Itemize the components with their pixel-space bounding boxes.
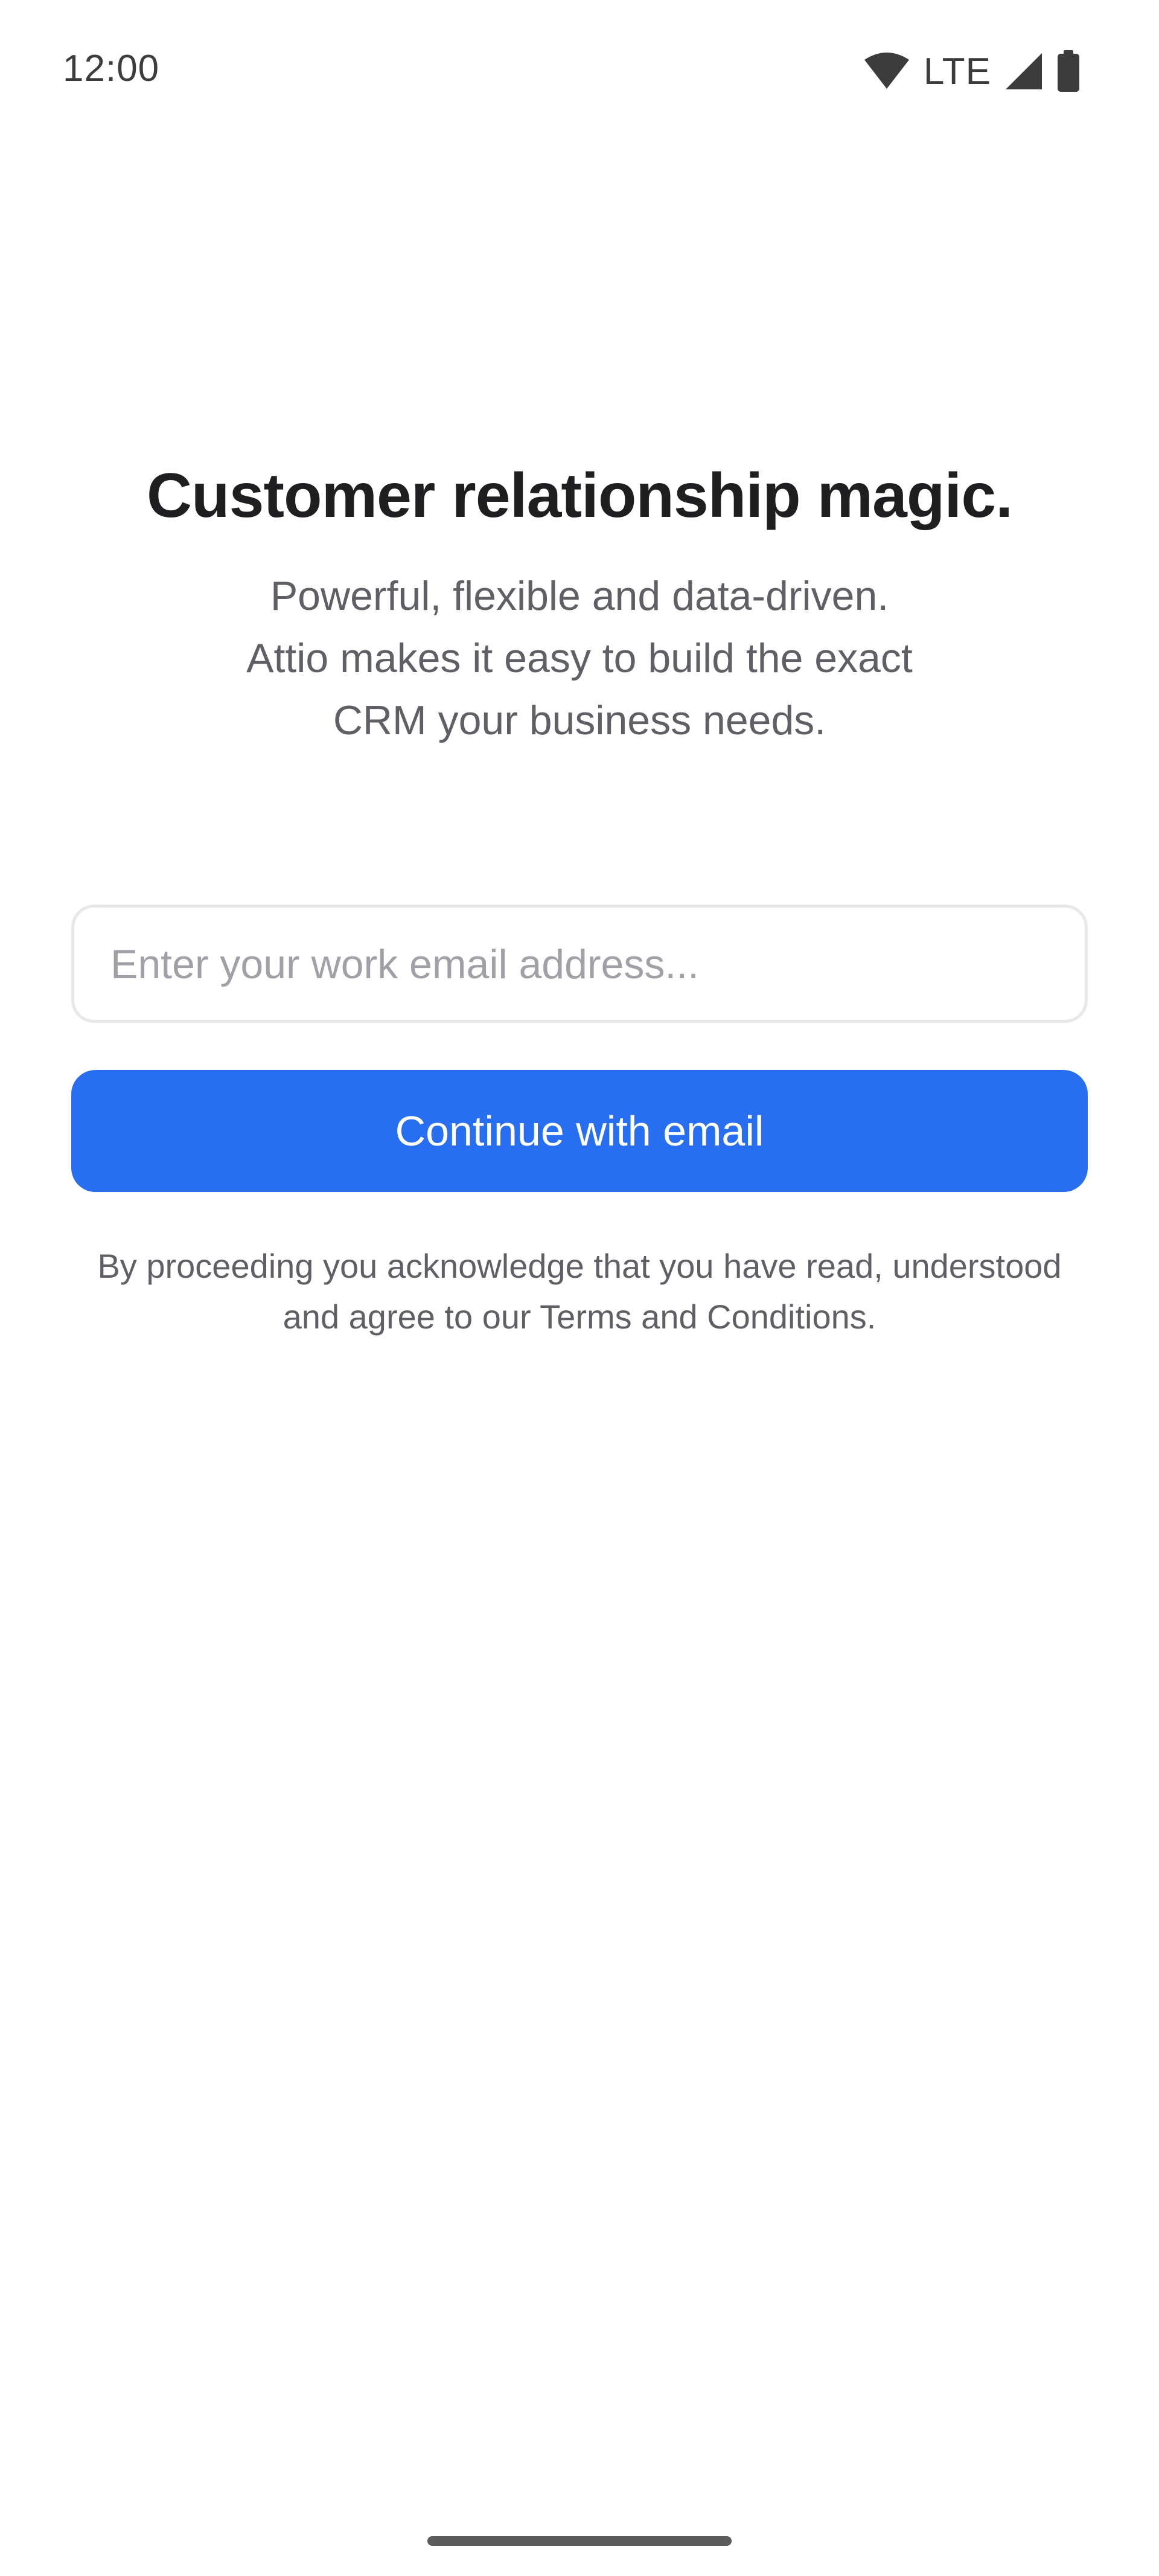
subtitle-line-3: CRM your business needs. [333,697,826,743]
subtitle-line-2: Attio makes it easy to build the exact [246,635,913,681]
battery-icon [1056,50,1081,92]
continue-button-label: Continue with email [395,1107,764,1155]
page-title: Customer relationship magic. [146,461,1013,531]
legal-text-line-2: and agree to our Terms and Conditions. [283,1298,876,1336]
cellular-signal-icon [1004,52,1043,91]
wifi-icon [863,53,910,90]
home-indicator[interactable] [427,2536,732,2546]
network-type-label: LTE [923,50,991,92]
email-field[interactable] [71,905,1088,1023]
continue-with-email-button[interactable]: Continue with email [71,1070,1088,1192]
legal-text-line-1: By proceeding you acknowledge that you h… [97,1247,1062,1285]
status-icons: LTE [863,47,1081,95]
subtitle-line-1: Powerful, flexible and data-driven. [270,573,889,619]
status-time: 12:00 [63,48,160,89]
email-input[interactable] [109,908,1053,1021]
status-bar: 12:00 LTE [0,0,1159,139]
